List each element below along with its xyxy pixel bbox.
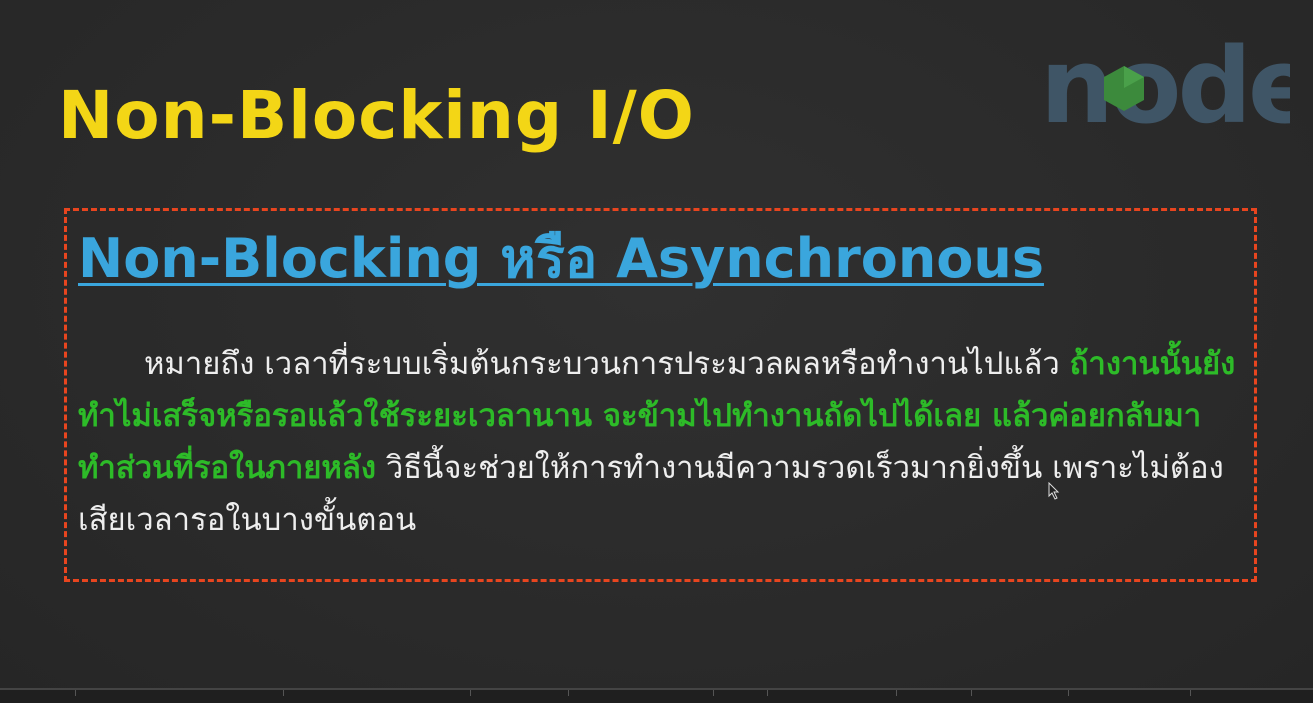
definition-paragraph: หมายถึง เวลาที่ระบบเริ่มต้นกระบวนการประม… [78,338,1238,546]
paragraph-intro: หมายถึง เวลาที่ระบบเริ่มต้นกระบวนการประม… [144,346,1060,382]
slide-title: Non-Blocking I/O [58,77,695,154]
timeline-bar[interactable] [0,688,1313,703]
mouse-cursor-icon [1048,482,1060,500]
nodejs-logo-icon: node [1040,30,1290,130]
definition-heading: Non-Blocking หรือ Asynchronous [78,227,1044,290]
logo-text: node [1040,30,1290,130]
slide: Non-Blocking I/O node Non-Blocking หรือ … [0,0,1313,703]
